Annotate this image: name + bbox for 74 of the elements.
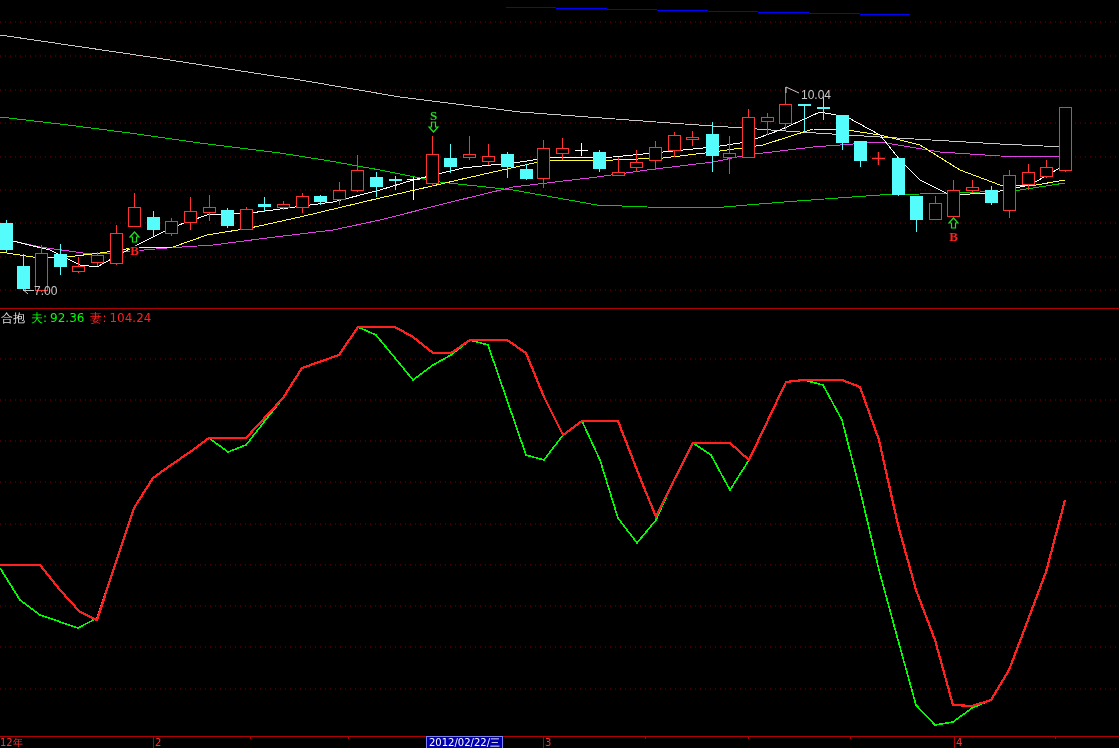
- candlestick: [314, 194, 327, 206]
- candlestick: [871, 151, 886, 166]
- series-label: 夫:: [31, 310, 48, 325]
- candlestick: [686, 130, 699, 147]
- candlestick: [537, 139, 550, 189]
- candlestick: [147, 210, 160, 237]
- candlestick: [128, 192, 141, 227]
- series-label: 妻:: [90, 310, 107, 325]
- candlestick: [444, 143, 457, 174]
- candlestick: [1059, 106, 1072, 173]
- candlestick: [947, 179, 960, 218]
- candlestick: [351, 154, 364, 193]
- candlestick: [593, 149, 606, 173]
- candlestick: [612, 156, 625, 176]
- arrow-up-icon: [128, 231, 141, 243]
- sell-signal-label: S: [429, 108, 438, 123]
- candlestick: [389, 175, 402, 191]
- candlestick: [296, 192, 309, 214]
- candlestick: [482, 143, 495, 166]
- candlestick: [1022, 163, 1035, 191]
- candlestick: [240, 206, 253, 231]
- indicator-name: 合抱: [1, 310, 25, 325]
- arrow-down-icon: [427, 121, 440, 133]
- candlestick: [574, 142, 589, 157]
- candlestick: [742, 108, 755, 158]
- buy-signal-label: B: [949, 229, 958, 244]
- candlestick: [72, 256, 85, 274]
- low-price-label: 7.00: [34, 284, 58, 298]
- date-cursor-label: 2012/02/22/三: [427, 737, 502, 748]
- candlestick: [426, 135, 439, 187]
- candlestick: [556, 137, 569, 161]
- candlestick: [370, 171, 383, 198]
- candlestick: [1040, 159, 1053, 179]
- axis-label: 3: [545, 737, 552, 748]
- leader-line: [785, 86, 800, 94]
- candlestick: [463, 135, 476, 161]
- axis-label: 2: [155, 737, 162, 748]
- candlestick: [221, 207, 234, 229]
- candlestick: [723, 135, 736, 175]
- candlestick: [277, 200, 290, 211]
- high-price-label: 10.04: [801, 88, 832, 102]
- candlestick: [929, 195, 942, 221]
- candlestick: [1003, 169, 1016, 219]
- candlestick: [110, 224, 123, 266]
- candlestick: [17, 253, 30, 292]
- axis-label: 4: [956, 737, 963, 748]
- candlestick: [649, 140, 662, 171]
- candlestick: [258, 196, 271, 213]
- candlestick: [501, 151, 514, 179]
- leader-arrow: [23, 286, 35, 295]
- candlestick: [706, 121, 719, 173]
- candlestick: [798, 103, 811, 133]
- candlestick: [520, 163, 533, 181]
- candlestick: [91, 251, 104, 267]
- candlestick: [165, 217, 178, 237]
- candlestick: [910, 195, 923, 233]
- candlestick: [406, 176, 421, 201]
- candlestick: [630, 149, 643, 173]
- candlestick: [0, 219, 13, 253]
- candlestick: [203, 194, 216, 222]
- arrow-up-icon: [947, 217, 960, 229]
- candlestick: [668, 131, 681, 158]
- candlestick: [892, 156, 905, 197]
- candlestick: [184, 196, 197, 231]
- candlestick: [854, 140, 867, 168]
- candlestick: [836, 114, 849, 151]
- series-value: 92.36: [50, 310, 85, 325]
- candlestick: [966, 179, 979, 194]
- candlestick: [985, 185, 998, 206]
- candlestick: [761, 112, 774, 136]
- candlestick: [333, 181, 346, 206]
- candlestick: [54, 243, 67, 276]
- axis-label: 12年: [0, 737, 23, 748]
- series-value: 104.24: [109, 310, 152, 325]
